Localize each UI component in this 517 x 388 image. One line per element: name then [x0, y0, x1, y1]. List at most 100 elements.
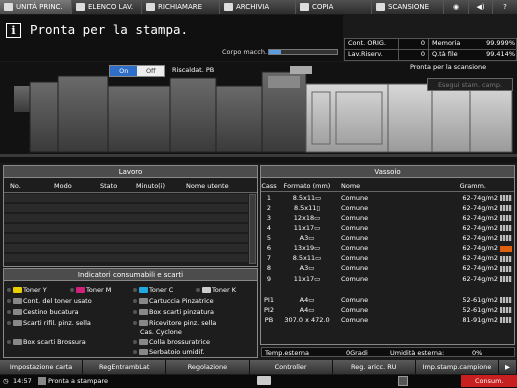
- tray-cass: 2: [266, 203, 272, 212]
- on-button[interactable]: On: [110, 66, 138, 76]
- temp-label: Temp.esterna: [265, 349, 309, 357]
- glue-icon: [139, 339, 148, 345]
- globe-button[interactable]: ◉: [444, 0, 469, 14]
- impostazione-carta-button[interactable]: Impostazione carta: [0, 360, 84, 374]
- tray-row-5[interactable]: 5 A3▭ Comune 62-74g/m2: [261, 233, 500, 243]
- toner-k-icon: [202, 287, 211, 293]
- toner-c-indicator: Toner C: [133, 286, 173, 294]
- job-panel-title: Lavoro: [4, 166, 257, 178]
- paper-level-icon: [500, 195, 512, 201]
- job-table-header: No. Modo Stato Minuto(i) Nome utente: [4, 182, 257, 193]
- imp-stamp-campione-button[interactable]: Imp.stamp.campione: [415, 360, 500, 374]
- temp-value: 0Gradi: [346, 349, 368, 357]
- off-button[interactable]: Off: [137, 66, 164, 76]
- staple-waste-icon: [139, 309, 148, 315]
- environment-bar: Temp.esterna 0Gradi Umidità esterna: 0%: [261, 347, 515, 357]
- next-page-button[interactable]: ▶: [499, 360, 517, 374]
- tray-row-pi1[interactable]: PI1 A4▭ Comune 52-61g/m2: [261, 295, 500, 305]
- tray-row-pb[interactable]: PB 307.0 x 472.0 Comune 81-91g/m2: [261, 315, 500, 325]
- cyclone-box-indicator: Cas. Cyclone: [140, 328, 182, 336]
- tray-row-8[interactable]: 8 A3▭ Comune 62-74g/m2: [261, 264, 500, 274]
- memoria-value: 99.999%: [486, 39, 515, 47]
- staple-cartridge-indicator: Cartuccia Pinzatrice: [133, 297, 214, 305]
- tab-archivia[interactable]: ARCHIVIA: [220, 0, 296, 14]
- tray-cass: 4: [266, 224, 272, 233]
- tray-row-2[interactable]: 2 8.5x11▯ Comune 62-74g/m2: [261, 203, 500, 213]
- scan-icon: [376, 3, 385, 11]
- reg-aricc-ru-button[interactable]: Reg. aricc. RU: [332, 360, 416, 374]
- tray-gramm: 62-74g/m2: [462, 264, 498, 273]
- regolazione-button[interactable]: Regolazione: [166, 360, 250, 374]
- status-message: Pronta per la stampa.: [30, 22, 189, 37]
- job-row[interactable]: [4, 194, 248, 203]
- toner-y-icon: [13, 287, 22, 293]
- col-stato: Stato: [100, 182, 118, 190]
- tray-nome: Comune: [341, 264, 369, 273]
- col-nome-utente: Nome utente: [186, 182, 229, 190]
- tray-nome: Comune: [341, 224, 369, 233]
- col-minuti: Minuto(i): [136, 182, 166, 190]
- col-no: No.: [10, 182, 21, 190]
- riscaldat-pb-label: Riscaldat. PB: [172, 66, 215, 74]
- tray-row-4[interactable]: 4 11x17▭ Comune 62-74g/m2: [261, 223, 500, 233]
- humidifier-icon: [139, 349, 148, 355]
- job-row[interactable]: [4, 244, 248, 253]
- onoff-toggle[interactable]: On Off: [109, 65, 165, 77]
- help-button[interactable]: ?: [493, 0, 517, 14]
- tray-row-3[interactable]: 3 12x18▭ Comune 62-74g/m2: [261, 213, 500, 223]
- staple-icon: [139, 298, 148, 304]
- col-modo: Modo: [54, 182, 72, 190]
- humidifier-tank-indicator: Serbatoio umidif.: [133, 348, 204, 356]
- tray-nome: Comune: [341, 193, 369, 202]
- tab-scansione[interactable]: SCANSIONE: [372, 0, 444, 14]
- saddle-icon: [139, 320, 148, 326]
- home-icon: [4, 3, 13, 11]
- tray-formato: A4▭: [299, 295, 315, 304]
- recall-icon: [146, 3, 155, 11]
- staple-waste-indicator: Box scarti pinzatura: [133, 308, 214, 316]
- keyboard-icon[interactable]: [257, 376, 271, 385]
- tray-cass: 9: [266, 274, 272, 283]
- tray-gramm: 81-91g/m2: [462, 316, 498, 325]
- job-row[interactable]: [4, 204, 248, 213]
- clock-time: 14:57: [13, 377, 32, 385]
- job-list-scrollbar[interactable]: [249, 194, 256, 264]
- job-row[interactable]: [4, 254, 248, 263]
- punch-waste-indicator: Cestino bucatura: [7, 308, 79, 316]
- controller-button[interactable]: Controller: [249, 360, 333, 374]
- qta-file-value: 99.414%: [486, 50, 515, 58]
- tray-row-6[interactable]: 6 13x19▭ Comune 62-74g/m2: [261, 244, 500, 254]
- job-list-icon: [76, 3, 85, 11]
- tray-formato: A3▭: [299, 264, 315, 273]
- tab-copia[interactable]: COPIA: [296, 0, 372, 14]
- volume-button[interactable]: ◀): [469, 0, 493, 14]
- tab-elenco-lav[interactable]: ELENCO LAV.: [72, 0, 142, 14]
- counter-icon[interactable]: [398, 376, 408, 386]
- qta-file-label: Q.tà file: [432, 50, 458, 58]
- tray-gramm: 62-74g/m2: [462, 274, 498, 283]
- tab-richiamare[interactable]: RICHIAMARE: [142, 0, 220, 14]
- corpo-label: Corpo macch.: [222, 48, 268, 56]
- esegui-stampa-campione-button[interactable]: Esegui stam. camp.: [427, 78, 513, 91]
- tray-cass: 3: [266, 213, 272, 222]
- tray-formato: 307.0 x 472.0: [284, 316, 330, 325]
- help-icon: ?: [503, 3, 507, 11]
- binding-waste-indicator: Box scarti Brossura: [7, 338, 86, 346]
- tray-gramm: 62-74g/m2: [462, 203, 498, 212]
- job-row[interactable]: [4, 224, 248, 233]
- job-row[interactable]: [4, 234, 248, 243]
- speaker-icon: ◀): [476, 3, 485, 11]
- corpo-level-fill: [269, 50, 281, 54]
- tray-nome: Comune: [341, 244, 369, 253]
- tray-row-pi2[interactable]: PI2 A4▭ Comune 52-61g/m2: [261, 305, 500, 315]
- tab-unita-princ[interactable]: UNITÀ PRINC.: [0, 0, 72, 14]
- tray-cass: 6: [266, 244, 272, 253]
- tray-warning-icon: [500, 245, 512, 252]
- reg-entramb-lat-button[interactable]: RegEntrambLat: [83, 360, 167, 374]
- job-row[interactable]: [4, 214, 248, 223]
- tray-row-1[interactable]: 1 8.5x11▭ Comune 62-74g/m2: [261, 193, 500, 203]
- tray-row-9[interactable]: 9 11x17▭ Comune 62-74g/m2: [261, 274, 500, 284]
- tray-gramm: 62-74g/m2: [462, 254, 498, 263]
- consumables-warning-button[interactable]: Consum.: [461, 375, 517, 387]
- tray-row-7[interactable]: 7 8.5x11▭ Comune 62-74g/m2: [261, 254, 500, 264]
